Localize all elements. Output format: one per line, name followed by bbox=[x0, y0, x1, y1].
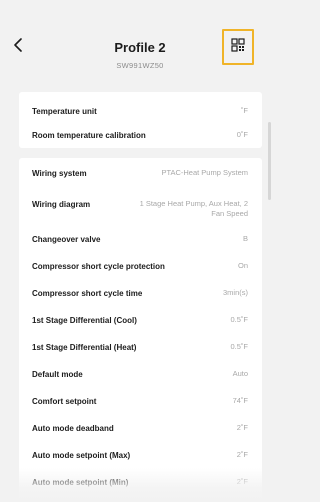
setting-label: Default mode bbox=[32, 370, 83, 379]
setting-value: PTAC-Heat Pump System bbox=[161, 168, 248, 177]
setting-label: Auto mode deadband bbox=[32, 424, 114, 433]
setting-value: On bbox=[237, 261, 248, 270]
device-serial: SW991WZ50 bbox=[116, 61, 164, 70]
setting-value: 2˚F bbox=[236, 477, 248, 486]
qr-code-button[interactable] bbox=[222, 29, 254, 65]
settings-scroll-area[interactable]: Temperature unit ˚F Room temperature cal… bbox=[0, 88, 280, 502]
setting-label: Comfort setpoint bbox=[32, 397, 97, 406]
setting-label: Auto mode setpoint (Max) bbox=[32, 451, 131, 460]
setting-label: 1st Stage Differential (Heat) bbox=[32, 343, 137, 352]
setting-label: Room temperature calibration bbox=[32, 131, 146, 140]
page-title: Profile 2 bbox=[114, 40, 166, 55]
setting-value: 1 Stage Heat Pump, Aux Heat, 2 Fan Speed bbox=[139, 199, 248, 218]
setting-value: ˚F bbox=[240, 106, 248, 115]
setting-row-auto-mode-setpoint-min[interactable]: Auto mode setpoint (Min) 2˚F bbox=[19, 477, 262, 488]
setting-row-1st-stage-differential-heat[interactable]: 1st Stage Differential (Heat) 0.5˚F bbox=[19, 342, 262, 353]
setting-row-room-temperature-calibration[interactable]: Room temperature calibration 0˚F bbox=[19, 130, 262, 141]
setting-value: 0.5˚F bbox=[230, 342, 248, 351]
setting-label: Compressor short cycle time bbox=[32, 289, 143, 298]
setting-row-wiring-diagram[interactable]: Wiring diagram 1 Stage Heat Pump, Aux He… bbox=[19, 199, 262, 219]
setting-label: Compressor short cycle protection bbox=[32, 262, 165, 271]
setting-label: 1st Stage Differential (Cool) bbox=[32, 316, 137, 325]
setting-value: Auto bbox=[232, 369, 248, 378]
setting-value: 74˚F bbox=[232, 396, 248, 405]
setting-value: 2˚F bbox=[236, 423, 248, 432]
setting-row-compressor-short-cycle-time[interactable]: Compressor short cycle time 3min(s) bbox=[19, 288, 262, 299]
setting-value: 3min(s) bbox=[222, 288, 248, 297]
setting-value: B bbox=[242, 234, 248, 243]
setting-row-wiring-system[interactable]: Wiring system PTAC-Heat Pump System bbox=[19, 168, 262, 179]
setting-label: Wiring diagram bbox=[32, 200, 91, 209]
setting-label: Auto mode setpoint (Min) bbox=[32, 478, 129, 487]
qr-code-icon bbox=[231, 37, 245, 57]
chevron-left-icon bbox=[13, 37, 25, 57]
setting-row-auto-mode-setpoint-max[interactable]: Auto mode setpoint (Max) 2˚F bbox=[19, 450, 262, 461]
setting-value: 0˚F bbox=[236, 130, 248, 139]
setting-row-1st-stage-differential-cool[interactable]: 1st Stage Differential (Cool) 0.5˚F bbox=[19, 315, 262, 326]
setting-row-auto-mode-deadband[interactable]: Auto mode deadband 2˚F bbox=[19, 423, 262, 434]
setting-row-changeover-valve[interactable]: Changeover valve B bbox=[19, 234, 262, 245]
setting-row-temperature-unit[interactable]: Temperature unit ˚F bbox=[19, 106, 262, 117]
setting-row-comfort-setpoint[interactable]: Comfort setpoint 74˚F bbox=[19, 396, 262, 407]
header: Profile 2 SW991WZ50 bbox=[0, 0, 280, 88]
setting-label: Wiring system bbox=[32, 169, 87, 178]
setting-value: 2˚F bbox=[236, 450, 248, 459]
hvac-settings-card: Wiring system PTAC-Heat Pump System Wiri… bbox=[19, 158, 262, 502]
setting-label: Changeover valve bbox=[32, 235, 101, 244]
scrollbar[interactable] bbox=[268, 122, 271, 200]
setting-row-default-mode[interactable]: Default mode Auto bbox=[19, 369, 262, 380]
back-button[interactable] bbox=[8, 36, 30, 58]
setting-row-compressor-short-cycle-protection[interactable]: Compressor short cycle protection On bbox=[19, 261, 262, 272]
setting-label: Temperature unit bbox=[32, 107, 97, 116]
units-card: Temperature unit ˚F Room temperature cal… bbox=[19, 92, 262, 148]
setting-value: 0.5˚F bbox=[230, 315, 248, 324]
